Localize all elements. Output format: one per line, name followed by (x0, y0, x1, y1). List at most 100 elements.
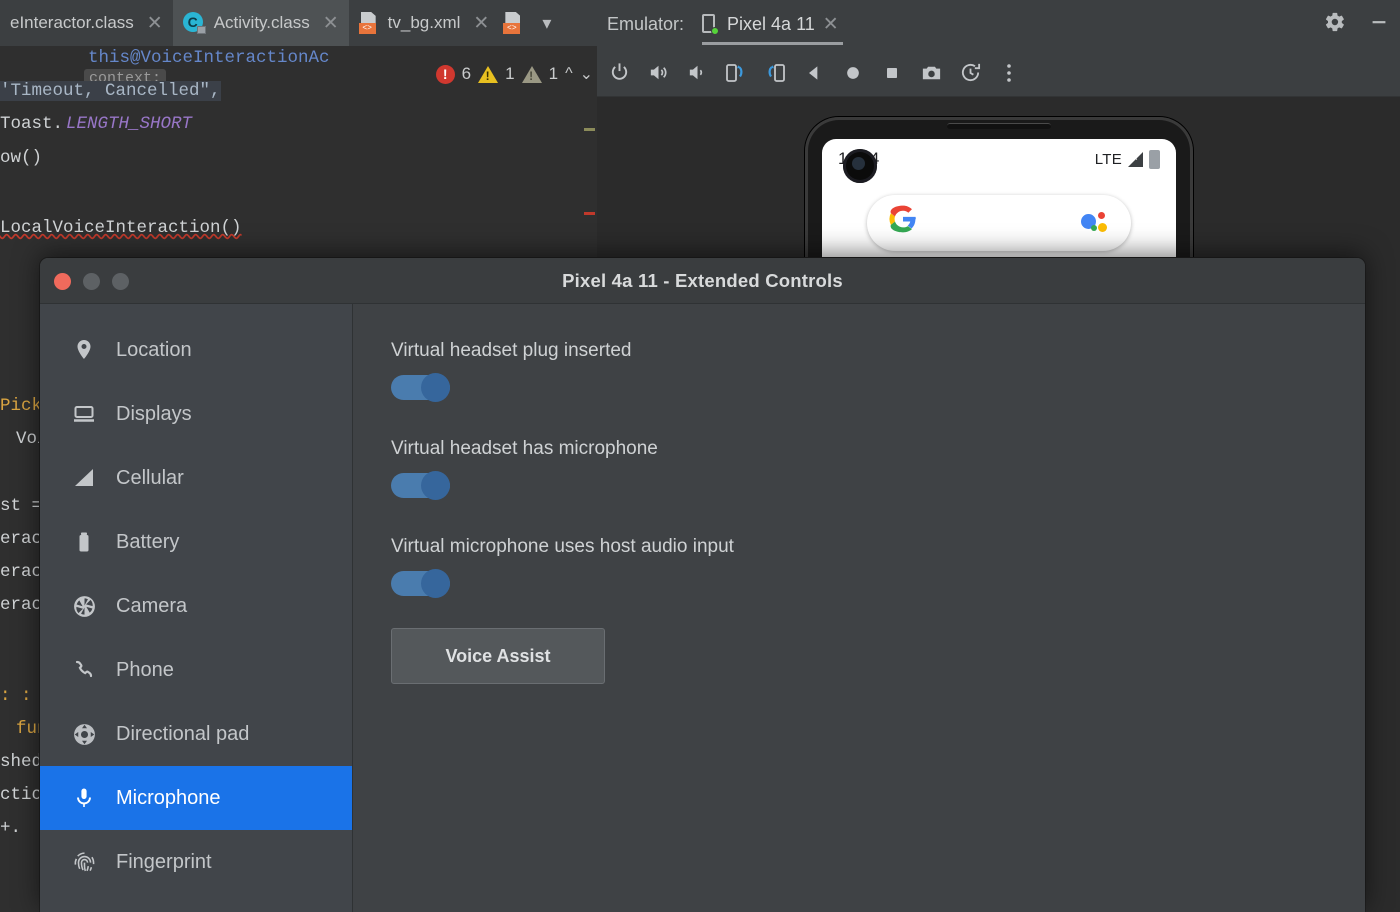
code-token: Toast. (0, 114, 64, 134)
editor-tab-einteractor[interactable]: eInteractor.class ✕ (0, 0, 173, 46)
code-token: erac (0, 529, 43, 549)
battery-icon (70, 528, 98, 556)
editor-tab-activity[interactable]: C Activity.class ✕ (172, 0, 349, 46)
code-token: LENGTH_SHORT (66, 114, 193, 134)
inspection-status-widget[interactable]: ! 6 1 1 ^ ⌄ (435, 64, 593, 84)
settings-gear-icon[interactable] (1324, 11, 1346, 38)
sidebar-item-label: Phone (116, 658, 174, 681)
sidebar-item-label: Displays (116, 402, 192, 425)
editor-tab-tvbg[interactable]: <> tv_bg.xml ✕ (348, 0, 500, 46)
code-token: Pick (0, 396, 43, 416)
google-assistant-icon[interactable] (1081, 212, 1111, 234)
volume-up-icon[interactable] (644, 59, 672, 87)
emulator-tab-pixel-4a-11[interactable]: Pixel 4a 11 ✕ (684, 0, 853, 49)
front-camera-punch-hole (843, 149, 877, 183)
weak-warning-count: 1 (548, 64, 559, 83)
cellular-signal-icon (70, 464, 98, 492)
warning-icon (478, 65, 499, 83)
more-vertical-icon[interactable] (995, 59, 1023, 87)
extended-controls-dialog[interactable]: Pixel 4a 11 - Extended Controls Location (40, 258, 1365, 912)
sidebar-item-label: Directional pad (116, 722, 250, 745)
error-marker[interactable] (584, 212, 595, 215)
extended-controls-sidebar: Location Displays Cellular Battery Camer… (40, 304, 353, 912)
overview-icon[interactable] (878, 59, 906, 87)
battery-icon (1149, 149, 1160, 169)
control-label: Virtual microphone uses host audio input (391, 536, 734, 557)
voice-assist-button[interactable]: Voice Assist (391, 628, 605, 684)
control-virtual-microphone-host-audio: Virtual microphone uses host audio input (391, 536, 1365, 598)
home-icon[interactable] (839, 59, 867, 87)
power-icon[interactable] (605, 59, 633, 87)
dialog-title-bar[interactable]: Pixel 4a 11 - Extended Controls (40, 258, 1365, 304)
sidebar-item-battery[interactable]: Battery (40, 510, 352, 574)
code-token: erac (0, 562, 43, 582)
chevron-up-icon[interactable]: ^ (565, 65, 573, 83)
history-icon[interactable] (956, 59, 984, 87)
sidebar-item-label: Fingerprint (116, 850, 212, 873)
volume-down-icon[interactable] (683, 59, 711, 87)
emulator-header-actions (1324, 0, 1390, 49)
emulator-tab-label: Pixel 4a 11 (727, 14, 815, 34)
code-token: : : (0, 686, 32, 706)
editor-tab-label: Activity.class (213, 13, 310, 32)
sidebar-item-microphone[interactable]: Microphone (40, 766, 352, 830)
minimize-icon[interactable] (1368, 11, 1390, 38)
code-token: st = (0, 496, 43, 516)
google-logo-icon (887, 203, 919, 243)
control-label: Virtual headset plug inserted (391, 340, 632, 361)
warning-count: 1 (505, 64, 515, 83)
network-type-label: LTE (1094, 150, 1122, 168)
xml-file-icon: <> (503, 12, 523, 34)
chevron-down-icon[interactable]: ▾ (532, 13, 561, 34)
editor-tab-label: tv_bg.xml (387, 13, 461, 32)
editor-tab-bar: eInteractor.class ✕ C Activity.class ✕ <… (0, 0, 597, 46)
code-token: ctio (0, 785, 43, 805)
sidebar-item-fingerprint[interactable]: Fingerprint (40, 830, 352, 894)
control-label: Virtual headset has microphone (391, 438, 658, 459)
virtual-microphone-host-audio-toggle[interactable] (391, 569, 450, 598)
editor-tab-overflow[interactable]: <> ▾ (499, 0, 572, 46)
phone-handset-icon (70, 656, 98, 684)
sidebar-item-cellular[interactable]: Cellular (40, 446, 352, 510)
dpad-icon (70, 720, 98, 748)
sidebar-item-label: Microphone (116, 786, 221, 809)
phone-running-icon (702, 14, 720, 35)
google-search-widget[interactable] (867, 195, 1131, 251)
close-window-button[interactable] (54, 272, 71, 290)
dialog-body: Location Displays Cellular Battery Camer… (40, 304, 1365, 912)
display-monitor-icon (70, 400, 98, 428)
close-icon[interactable]: ✕ (473, 14, 489, 33)
code-token: 'Timeout, Cancelled", (0, 81, 221, 101)
back-icon[interactable] (800, 59, 828, 87)
close-icon[interactable]: ✕ (323, 14, 339, 33)
close-icon[interactable]: ✕ (823, 13, 839, 36)
sidebar-item-camera[interactable]: Camera (40, 574, 352, 638)
minimize-window-button[interactable] (83, 272, 100, 290)
sidebar-item-displays[interactable]: Displays (40, 382, 352, 446)
rotate-right-icon[interactable] (761, 59, 789, 87)
control-virtual-headset-plug: Virtual headset plug inserted (391, 340, 1365, 402)
emulator-header: Emulator: Pixel 4a 11 ✕ (597, 0, 1400, 49)
screen-root: eInteractor.class ✕ C Activity.class ✕ <… (0, 0, 1400, 912)
sidebar-item-directional-pad[interactable]: Directional pad (40, 702, 352, 766)
error-icon: ! (435, 64, 455, 84)
maximize-window-button[interactable] (112, 272, 129, 290)
window-traffic-lights (54, 258, 129, 304)
code-token: +. (0, 818, 22, 838)
rotate-left-icon[interactable] (722, 59, 750, 87)
warning-marker[interactable] (584, 128, 595, 131)
sidebar-item-label: Cellular (116, 466, 184, 489)
microphone-settings-panel: Virtual headset plug inserted Virtual he… (353, 304, 1365, 912)
sidebar-item-location[interactable]: Location (40, 318, 352, 382)
sidebar-item-phone[interactable]: Phone (40, 638, 352, 702)
virtual-headset-microphone-toggle[interactable] (391, 471, 450, 500)
close-icon[interactable]: ✕ (147, 14, 163, 33)
code-token: shed (0, 752, 43, 772)
sidebar-item-label: Camera (116, 594, 188, 617)
code-token: this@VoiceInteractionAc (88, 48, 330, 68)
virtual-headset-plug-toggle[interactable] (391, 373, 450, 402)
screenshot-camera-icon[interactable] (917, 59, 945, 87)
weak-warning-icon (521, 65, 542, 83)
error-count: 6 (461, 64, 472, 83)
map-pin-icon (70, 336, 98, 364)
